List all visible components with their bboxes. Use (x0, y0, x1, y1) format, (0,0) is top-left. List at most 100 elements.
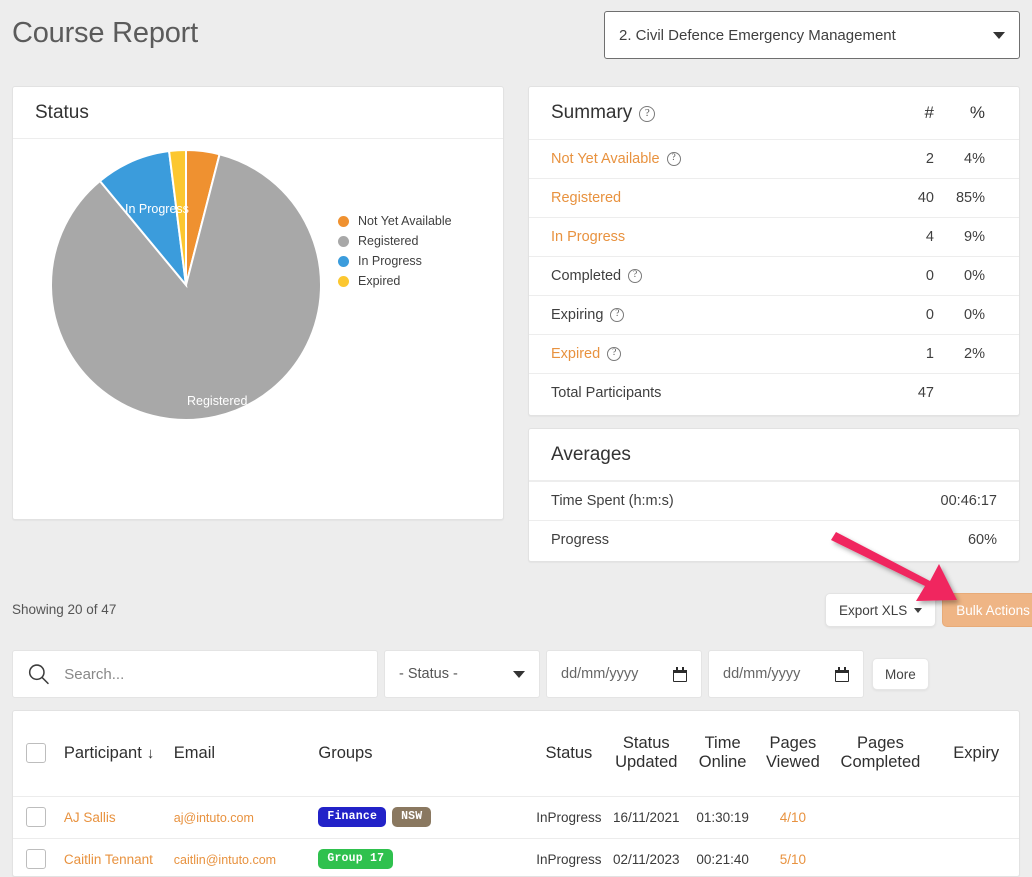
cell-groups: Finance NSW (314, 796, 532, 838)
summary-row-percent: 9% (934, 217, 1019, 256)
select-all-header (13, 711, 60, 796)
cell-participant: AJ Sallis (60, 796, 170, 838)
column-header-stat[interactable]: Status (532, 711, 605, 796)
course-report-page: Course Report 2. Civil Defence Emergency… (0, 0, 1032, 877)
column-header-mail[interactable]: Email (170, 711, 315, 796)
summary-row-percent: 0% (934, 256, 1019, 295)
summary-row-count: 0 (856, 295, 934, 334)
more-filters-button[interactable]: More (872, 658, 929, 690)
course-select[interactable]: 2. Civil Defence Emergency Management (604, 11, 1020, 59)
summary-card: Summary? # % Not Yet Available?24%Regist… (528, 86, 1020, 416)
date-from-value: dd/mm/yyyy (561, 666, 673, 682)
cell-expiry (933, 838, 1019, 877)
legend-item[interactable]: Expired (338, 271, 452, 291)
row-select-cell (13, 796, 60, 838)
email-link[interactable]: aj@intuto.com (174, 811, 254, 825)
legend-item[interactable]: Not Yet Available (338, 211, 452, 231)
summary-row-count: 0 (856, 256, 934, 295)
search-input[interactable] (62, 665, 363, 684)
cell-status: InProgress (532, 796, 605, 838)
help-icon-summary[interactable]: ? (639, 106, 655, 122)
summary-title: Summary (551, 102, 632, 123)
summary-row-percent: 0% (934, 295, 1019, 334)
column-header-line2: Viewed (762, 753, 823, 772)
averages-row-value: 00:46:17 (835, 482, 1019, 521)
group-badge[interactable]: Group 17 (318, 849, 393, 869)
participant-link[interactable]: Caitlin Tennant (64, 852, 153, 867)
showing-count: Showing 20 of 47 (12, 602, 116, 617)
summary-row-label: Total Participants (551, 385, 661, 401)
summary-row-label-cell: Not Yet Available? (529, 139, 856, 178)
summary-row-count: 47 (856, 373, 934, 412)
column-header-grp[interactable]: Groups (314, 711, 532, 796)
search-icon (27, 661, 50, 687)
select-all-checkbox[interactable] (26, 743, 46, 763)
export-xls-label: Export XLS (839, 603, 907, 618)
search-box[interactable] (12, 650, 378, 698)
legend-label: Not Yet Available (358, 214, 452, 228)
cell-pages-viewed: 4/10 (758, 796, 827, 838)
legend-color-dot (338, 276, 349, 287)
summary-row-label[interactable]: Registered (551, 190, 621, 206)
calendar-icon[interactable] (673, 667, 687, 682)
summary-row: Registered4085% (529, 178, 1019, 217)
column-header-line1: Pages (762, 734, 823, 753)
pages-viewed-link[interactable]: 4/10 (780, 810, 806, 825)
row-select-cell (13, 838, 60, 877)
date-from-input[interactable]: dd/mm/yyyy (546, 650, 702, 698)
filter-bar: - Status - dd/mm/yyyy dd/mm/yyyy More (12, 650, 1020, 698)
summary-row-label[interactable]: Expired (551, 346, 600, 362)
summary-row-label: Completed (551, 268, 621, 284)
group-badge[interactable]: Finance (318, 807, 386, 827)
help-icon[interactable]: ? (610, 308, 624, 322)
cell-email: aj@intuto.com (170, 796, 315, 838)
summary-row: In Progress49% (529, 217, 1019, 256)
status-pie-chart: In Progress Registered (41, 147, 331, 442)
summary-row-label[interactable]: In Progress (551, 229, 625, 245)
averages-row-label: Time Spent (h:m:s) (529, 482, 835, 521)
cell-participant: Caitlin Tennant (60, 838, 170, 877)
summary-col-percent: % (934, 87, 1019, 139)
summary-table: Summary? # % Not Yet Available?24%Regist… (529, 87, 1019, 412)
status-filter-select[interactable]: - Status - (384, 650, 540, 698)
summary-row-percent: 85% (934, 178, 1019, 217)
summary-row-label[interactable]: Not Yet Available (551, 151, 660, 167)
cell-pages-viewed: 5/10 (758, 838, 827, 877)
row-checkbox[interactable] (26, 807, 46, 827)
help-icon[interactable]: ? (667, 152, 681, 166)
calendar-icon[interactable] (835, 667, 849, 682)
help-icon[interactable]: ? (628, 269, 642, 283)
column-header-line1: Status (610, 734, 683, 753)
summary-col-count: # (856, 87, 934, 139)
more-filters-label: More (885, 667, 916, 682)
participant-link[interactable]: AJ Sallis (64, 810, 116, 825)
bulk-actions-button[interactable]: Bulk Actions (942, 593, 1032, 627)
column-header-supd[interactable]: StatusUpdated (606, 711, 687, 796)
email-link[interactable]: caitlin@intuto.com (174, 853, 276, 867)
group-badge[interactable]: NSW (392, 807, 431, 827)
summary-row: Not Yet Available?24% (529, 139, 1019, 178)
summary-row-label-cell: Total Participants (529, 373, 856, 412)
column-header-time[interactable]: TimeOnline (687, 711, 758, 796)
help-icon[interactable]: ? (607, 347, 621, 361)
column-header-pcomp[interactable]: PagesCompleted (828, 711, 934, 796)
date-to-input[interactable]: dd/mm/yyyy (708, 650, 864, 698)
summary-row-label-cell: Expiring? (529, 295, 856, 334)
sort-desc-icon[interactable]: ↓ (147, 745, 155, 762)
participants-table-card: Participant↓EmailGroupsStatusStatusUpdat… (12, 710, 1020, 877)
column-header-part[interactable]: Participant↓ (60, 711, 170, 796)
pages-viewed-link[interactable]: 5/10 (780, 852, 806, 867)
cell-groups: Group 17 (314, 838, 532, 877)
export-xls-button[interactable]: Export XLS (825, 593, 936, 627)
summary-row-percent (934, 373, 1019, 412)
legend-item[interactable]: Registered (338, 231, 452, 251)
averages-table: Time Spent (h:m:s)00:46:17Progress60% (529, 481, 1019, 560)
pie-svg (41, 147, 331, 437)
legend-item[interactable]: In Progress (338, 251, 452, 271)
status-card-header: Status (13, 87, 503, 139)
row-checkbox[interactable] (26, 849, 46, 869)
column-header-exp[interactable]: Expiry (933, 711, 1019, 796)
table-header-row: Participant↓EmailGroupsStatusStatusUpdat… (13, 711, 1019, 796)
summary-row-label-cell: Completed? (529, 256, 856, 295)
column-header-pview[interactable]: PagesViewed (758, 711, 827, 796)
